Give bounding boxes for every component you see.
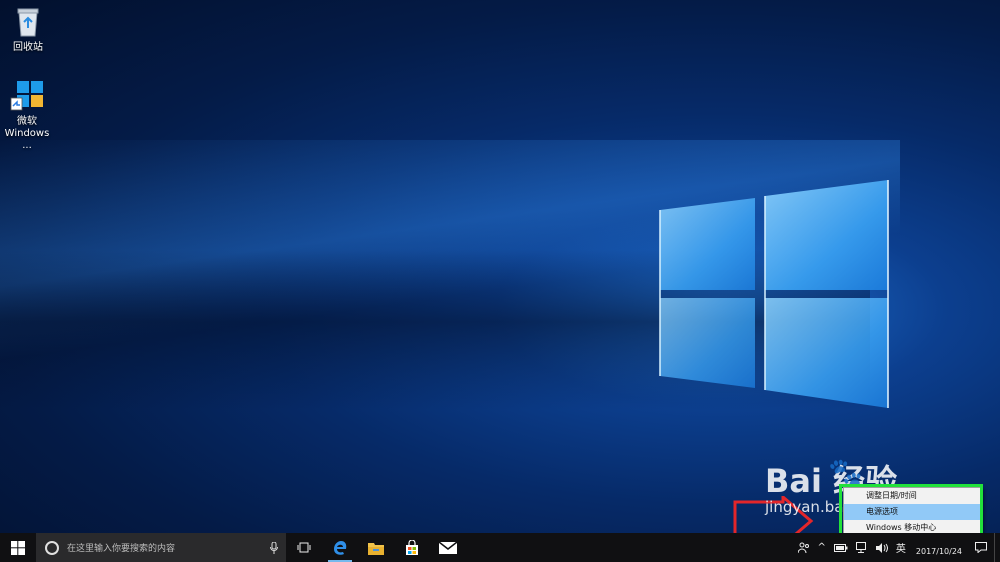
network-icon[interactable] [855, 542, 868, 553]
search-placeholder: 在这里输入你要搜索的内容 [67, 544, 176, 554]
taskbar-app-edge[interactable] [322, 533, 358, 562]
taskbar: 在这里输入你要搜索的内容 ^ 英 2017/10/24 [0, 533, 1000, 562]
mail-icon [439, 541, 457, 554]
taskbar-app-store[interactable] [394, 533, 430, 562]
taskbar-app-file-explorer[interactable] [358, 533, 394, 562]
show-desktop-button[interactable] [994, 533, 1000, 562]
action-center-button[interactable] [968, 542, 994, 553]
clock-date: 2017/10/24 [915, 546, 962, 556]
clock-time [916, 539, 962, 547]
windows-logo-wallpaper [659, 180, 889, 408]
task-view-button[interactable] [286, 533, 322, 562]
recycle-bin-icon [17, 8, 39, 37]
volume-icon[interactable] [875, 542, 888, 553]
desktop-icon-windows-installer[interactable]: 微软 Windows ... [0, 80, 55, 152]
system-tray: ^ 英 2017/10/24 [794, 533, 1000, 562]
edge-icon [334, 540, 347, 555]
store-icon [406, 539, 418, 555]
desktop-icon-label: 回收站 [13, 42, 43, 53]
ime-indicator[interactable]: 英 [896, 540, 906, 555]
desktop-icon-recycle-bin[interactable]: 回收站 [0, 6, 56, 54]
clock[interactable]: 2017/10/24 [916, 539, 962, 557]
taskbar-app-mail[interactable] [430, 533, 466, 562]
start-button[interactable] [0, 533, 36, 562]
file-explorer-icon [368, 542, 384, 555]
notification-icon [975, 542, 987, 553]
desktop-icon-label-line2: Windows ... [4, 128, 50, 151]
green-highlight-annotation [839, 484, 983, 539]
microphone-icon[interactable] [270, 541, 278, 554]
windows-installer-icon [10, 81, 43, 111]
desktop-icon-label-line1: 微软 [17, 116, 37, 127]
people-icon[interactable] [797, 542, 810, 554]
battery-icon[interactable] [833, 543, 848, 552]
chevron-up-icon[interactable]: ^ [818, 542, 826, 553]
search-box[interactable]: 在这里输入你要搜索的内容 [36, 533, 286, 562]
cortana-icon [45, 540, 59, 555]
task-view-icon [297, 542, 311, 553]
windows-start-icon [11, 540, 25, 555]
